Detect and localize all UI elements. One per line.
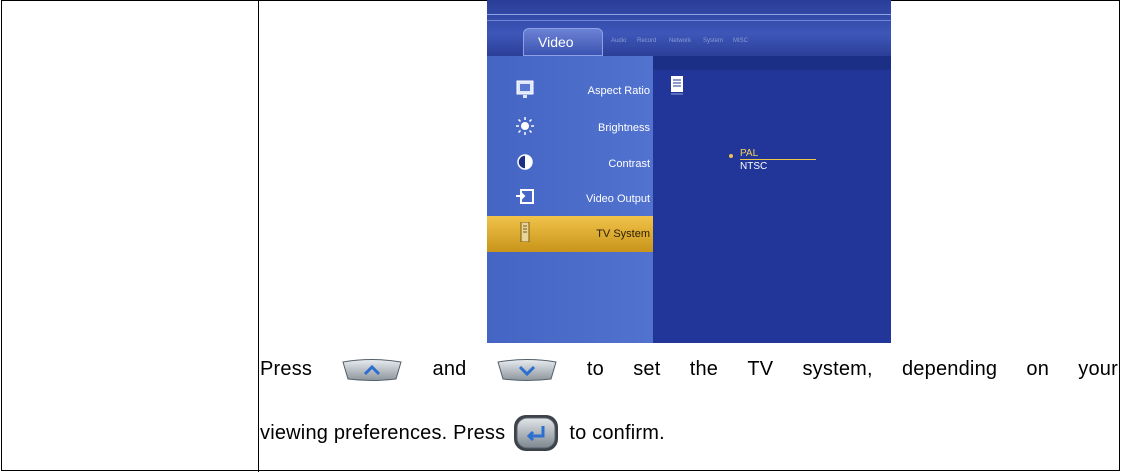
tab-bar-rule: [487, 14, 891, 15]
menu-item-brightness[interactable]: Brightness: [487, 110, 653, 146]
menu-item-video-output[interactable]: Video Output: [487, 181, 653, 217]
instruction-word: set: [633, 358, 661, 380]
menu-item-label: Video Output: [585, 193, 650, 205]
tab-record[interactable]: Record: [637, 38, 656, 44]
instruction-word: system,: [802, 358, 873, 380]
instruction-line-1: Press and to set the TV system, dependin…: [260, 358, 1118, 381]
contrast-icon: [517, 154, 533, 170]
menu-item-label: Aspect Ratio: [587, 85, 650, 97]
aspect-ratio-icon: [516, 80, 534, 98]
brightness-icon: [516, 117, 534, 135]
video-settings-screenshot: Video Audio Record Network System MISC A…: [487, 0, 891, 343]
tab-audio[interactable]: Audio: [611, 38, 626, 44]
instruction-word: TV: [747, 358, 774, 380]
tab-video-label: Video: [538, 34, 574, 50]
instruction-word: on: [1026, 358, 1050, 380]
menu-item-aspect-ratio[interactable]: Aspect Ratio: [487, 73, 653, 109]
video-output-icon: [516, 189, 534, 204]
tv-system-icon: [520, 222, 530, 242]
down-arrow-key-icon: [497, 358, 557, 381]
option-ntsc[interactable]: NTSC: [740, 161, 767, 172]
menu-item-label: TV System: [596, 228, 650, 240]
up-arrow-key-icon: [342, 358, 402, 381]
tab-bar-rule: [487, 20, 891, 21]
menu-item-contrast[interactable]: Contrast: [487, 146, 653, 182]
instruction-word: your: [1078, 358, 1118, 380]
tab-video[interactable]: Video: [523, 28, 603, 56]
instruction-word: to: [586, 358, 605, 380]
menu-item-tv-system[interactable]: TV System: [487, 216, 653, 252]
instruction-word: and: [432, 358, 467, 380]
instruction-text: to confirm.: [569, 421, 665, 444]
option-pal-underline: [740, 159, 816, 160]
option-panel: [653, 70, 891, 343]
tv-system-icon: [671, 76, 683, 95]
instruction-word: the: [689, 358, 719, 380]
enter-key-icon: [514, 415, 559, 451]
instruction-text: viewing preferences. Press: [260, 421, 506, 444]
tab-system[interactable]: System: [703, 38, 723, 44]
tab-network[interactable]: Network: [669, 38, 691, 44]
tab-misc[interactable]: MISC: [733, 38, 748, 44]
instruction-line-2: viewing preferences. Press to confirm.: [260, 414, 665, 452]
instruction-word: depending: [901, 358, 998, 380]
settings-menu: Aspect Ratio Brightness Contrast Video O…: [487, 56, 653, 343]
instruction-word: Press: [260, 358, 313, 380]
option-pal[interactable]: PAL: [740, 148, 758, 159]
selected-radio-icon: [729, 154, 733, 158]
menu-item-label: Contrast: [608, 158, 650, 170]
menu-item-label: Brightness: [598, 122, 650, 134]
screen-tab-bar: Video Audio Record Network System MISC: [487, 0, 891, 56]
table-column-divider: [258, 0, 259, 472]
